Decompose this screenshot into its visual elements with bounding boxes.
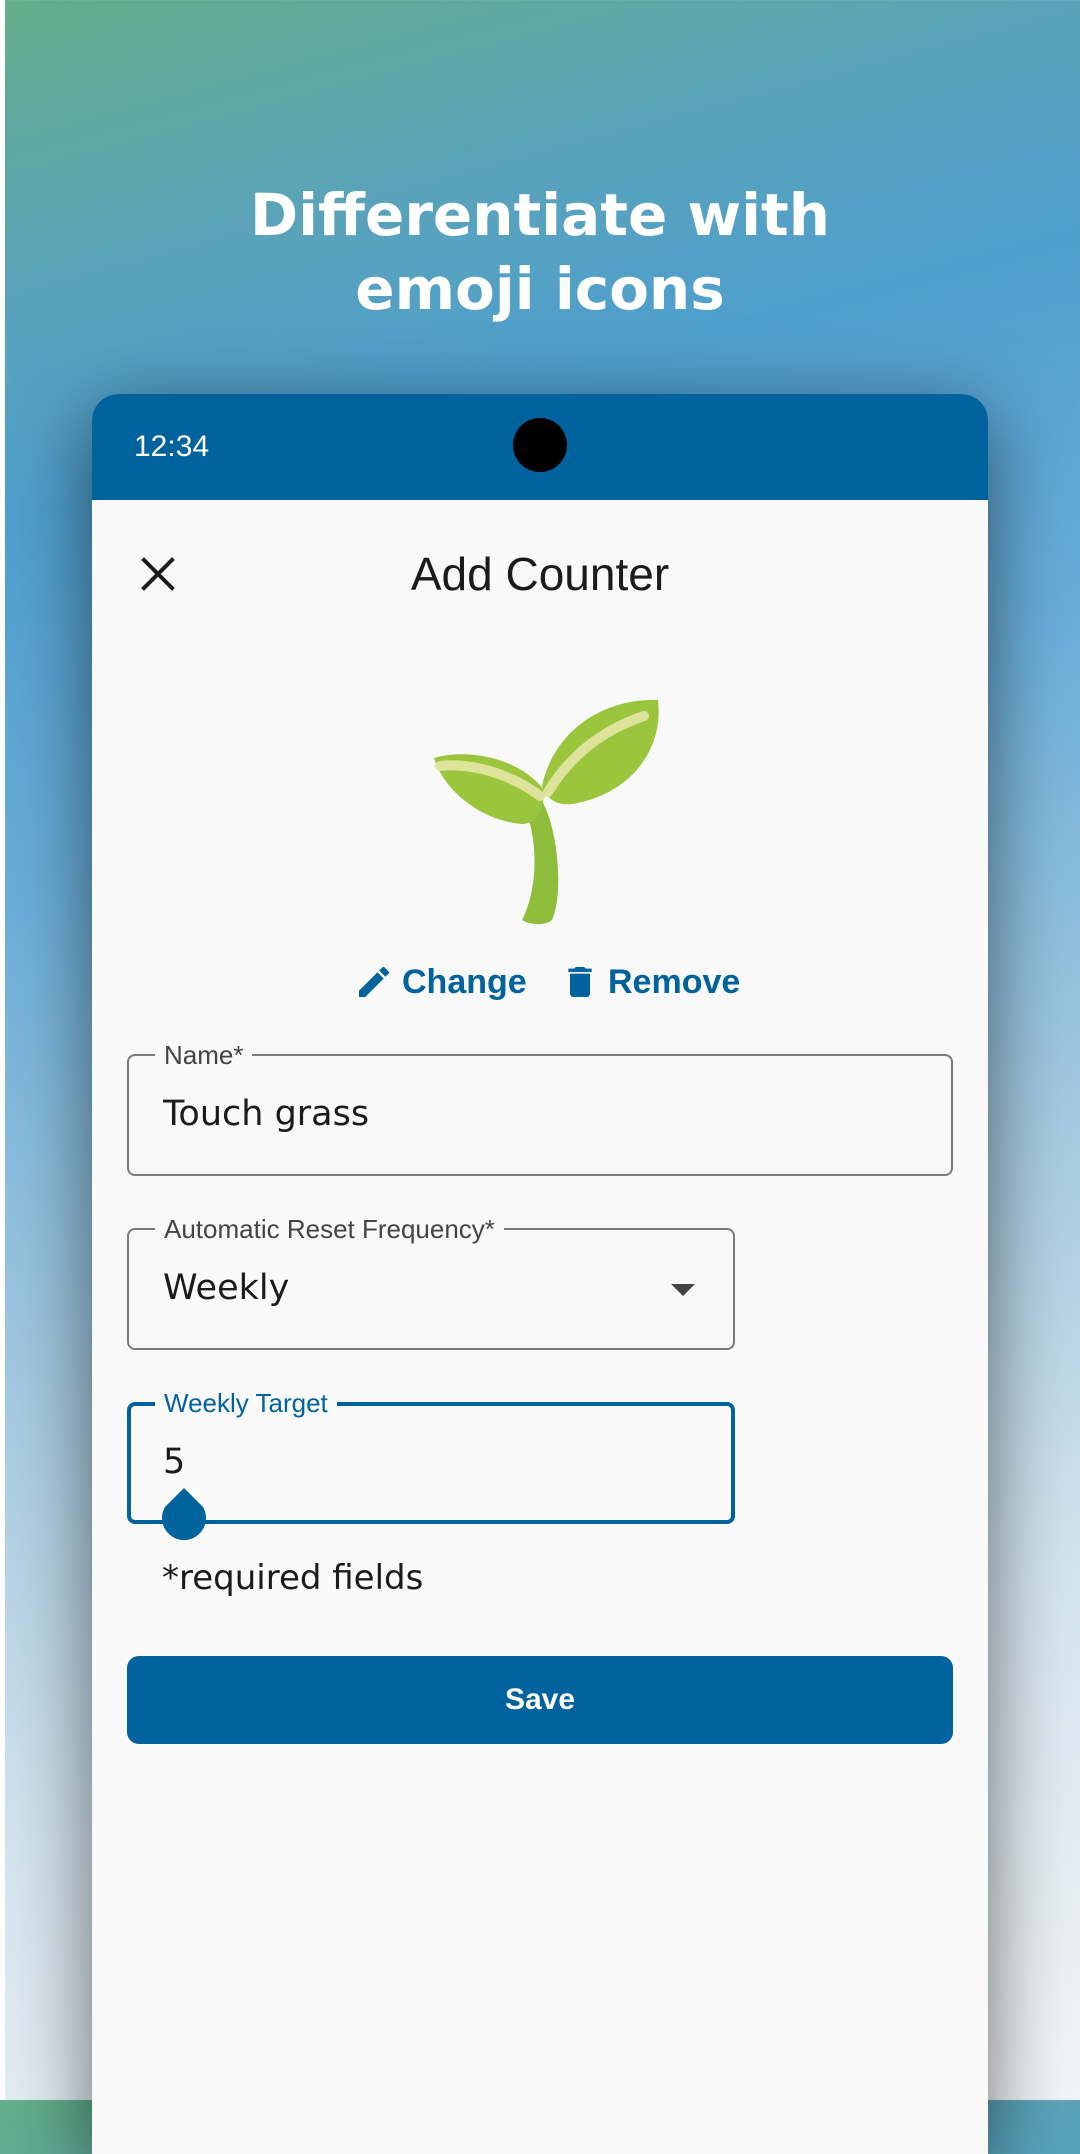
promo-title-line-2: emoji icons — [355, 255, 725, 323]
pencil-icon — [359, 966, 390, 997]
name-field-value: Touch grass — [163, 1094, 370, 1134]
text-cursor-handle-icon[interactable] — [160, 1488, 208, 1542]
trash-icon — [568, 967, 592, 997]
seedling-emoji-icon — [412, 674, 668, 930]
change-button-label: Change — [402, 962, 527, 1001]
promo-title-line-1: Differentiate with — [249, 181, 831, 249]
reset-frequency-label: Automatic Reset Frequency* — [155, 1214, 504, 1244]
save-button[interactable]: Save — [127, 1656, 953, 1744]
status-time: 12:34 — [134, 430, 210, 463]
dropdown-arrow-icon — [671, 1284, 695, 1296]
required-fields-note: *required fields — [162, 1558, 424, 1598]
page-title: Add Counter — [410, 548, 670, 600]
phone-screen: 12:34 Add Counter Change Remove Name* To… — [92, 394, 988, 2154]
weekly-target-value: 5 — [163, 1442, 186, 1482]
camera-cutout — [513, 418, 567, 472]
status-bar: 12:34 — [92, 394, 988, 500]
name-field[interactable]: Name* Touch grass — [127, 1040, 953, 1176]
remove-button-label: Remove — [608, 962, 741, 1001]
reset-frequency-select[interactable]: Automatic Reset Frequency* Weekly — [127, 1214, 735, 1350]
reset-frequency-value: Weekly — [163, 1268, 290, 1308]
weekly-target-field[interactable]: Weekly Target 5 — [127, 1388, 735, 1524]
weekly-target-label: Weekly Target — [155, 1388, 337, 1418]
name-field-label: Name* — [155, 1040, 253, 1070]
remove-icon-button[interactable]: Remove — [560, 954, 740, 1010]
promo-title: Differentiate with emoji icons — [0, 178, 1080, 326]
change-icon-button[interactable]: Change — [354, 954, 527, 1010]
